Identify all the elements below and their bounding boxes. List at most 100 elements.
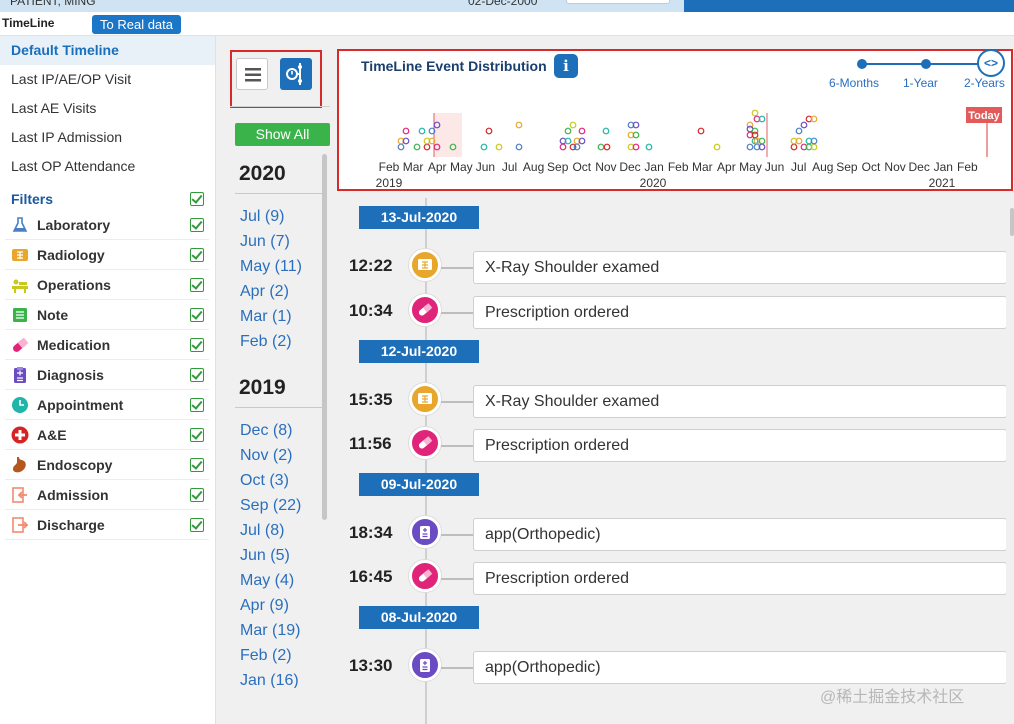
filter-label: Radiology [37, 247, 105, 263]
axis-month-label: Jun [476, 160, 495, 174]
red-cross-icon [11, 426, 29, 444]
nav-item-last-ae-visits[interactable]: Last AE Visits [0, 94, 215, 123]
event-card[interactable]: Prescription ordered [473, 429, 1006, 462]
filter-checkbox[interactable] [190, 308, 204, 322]
month-link[interactable]: Jun (5) [235, 543, 323, 568]
date-tag: 08-Jul-2020 [359, 606, 479, 629]
filter-label: Operations [37, 277, 111, 293]
filter-checkbox[interactable] [190, 458, 204, 472]
axis-month-label: Feb [668, 160, 689, 174]
filter-checkbox[interactable] [190, 278, 204, 292]
patient-header-strip: PATIENT, MING 02-Dec-2000 [0, 0, 1014, 12]
xray-icon [409, 249, 441, 281]
list-icon [245, 68, 261, 82]
filter-row-appointment[interactable]: Appointment [5, 390, 209, 420]
month-link[interactable]: Nov (2) [235, 443, 323, 468]
timeline-view-button[interactable] [280, 58, 312, 90]
filters-header: Filters [0, 188, 215, 210]
year-month-list: 2020 Jul (9) Jun (7) May (11) Apr (2) Mar (1)… [235, 154, 323, 688]
filters-all-checkbox[interactable] [190, 192, 204, 206]
event-dot [485, 127, 493, 135]
month-link[interactable]: May (4) [235, 568, 323, 593]
filter-checkbox[interactable] [190, 218, 204, 232]
month-link[interactable]: Jul (8) [235, 518, 323, 543]
filter-row-diagnosis[interactable]: Diagnosis [5, 360, 209, 390]
filter-row-laboratory[interactable]: Laboratory [5, 210, 209, 240]
timeline-scrollbar[interactable] [1010, 208, 1014, 236]
month-link[interactable]: Mar (1) [235, 304, 323, 329]
pill-icon-wrap [11, 336, 29, 354]
clipboard-icon [409, 649, 441, 681]
header-toolbar [684, 0, 1014, 12]
axis-month-label: May [450, 160, 473, 174]
nav-item-last-ip-ae-op-visit[interactable]: Last IP/AE/OP Visit [0, 65, 215, 94]
month-link[interactable]: Mar (19) [235, 618, 323, 643]
nav-item-last-op-attendance[interactable]: Last OP Attendance [0, 152, 215, 181]
axis-month-label: Apr [717, 160, 736, 174]
month-link[interactable]: Jan (16) [235, 668, 323, 688]
filter-row-operations[interactable]: Operations [5, 270, 209, 300]
today-label: Today [968, 110, 1000, 122]
page-title: TimeLine [2, 16, 55, 30]
filter-checkbox[interactable] [190, 428, 204, 442]
filter-checkbox[interactable] [190, 398, 204, 412]
event-card[interactable]: Prescription ordered [473, 562, 1006, 595]
event-dot [515, 143, 523, 151]
sidebar: Default Timeline Last IP/AE/OP Visit Last … [0, 36, 216, 724]
month-link[interactable]: Oct (3) [235, 468, 323, 493]
event-time: 11:56 [349, 434, 392, 453]
filter-checkbox[interactable] [190, 518, 204, 532]
list-view-button[interactable] [236, 58, 268, 90]
patient-date: 02-Dec-2000 [468, 0, 538, 8]
month-list-scrollbar[interactable] [322, 154, 327, 520]
month-link[interactable]: Apr (2) [235, 279, 323, 304]
show-all-button[interactable]: Show All [235, 123, 330, 146]
filter-row-admission[interactable]: Admission [5, 480, 209, 510]
month-link[interactable]: Jun (7) [235, 229, 323, 254]
axis-month-label: May [739, 160, 762, 174]
filter-row-a-e[interactable]: A&E [5, 420, 209, 450]
clock-icon [12, 397, 28, 413]
clock-icon-wrap [11, 396, 29, 414]
filter-row-discharge[interactable]: Discharge [5, 510, 209, 540]
pill-icon [409, 560, 441, 592]
year-heading[interactable]: 2020 [235, 154, 323, 194]
axis-month-label: Feb [957, 160, 978, 174]
axis-month-label: Aug [523, 160, 544, 174]
month-link[interactable]: Apr (9) [235, 593, 323, 618]
filter-row-medication[interactable]: Medication [5, 330, 209, 360]
filter-checkbox[interactable] [190, 338, 204, 352]
filter-row-endoscopy[interactable]: Endoscopy [5, 450, 209, 480]
axis-month-label: Nov [884, 160, 905, 174]
filter-row-note[interactable]: Note [5, 300, 209, 330]
filter-checkbox[interactable] [190, 488, 204, 502]
month-link[interactable]: Dec (8) [235, 418, 323, 443]
year-heading[interactable]: 2019 [235, 368, 323, 408]
nav-item-default-timeline[interactable]: Default Timeline [0, 36, 215, 65]
filter-checkbox[interactable] [190, 248, 204, 262]
header-input[interactable] [566, 0, 670, 4]
event-card[interactable]: X-Ray Shoulder examed [473, 251, 1006, 284]
event-time: 10:34 [349, 301, 393, 320]
filter-row-radiology[interactable]: Radiology [5, 240, 209, 270]
nav-item-last-ip-admission[interactable]: Last IP Admission [0, 123, 215, 152]
month-link[interactable]: Jul (9) [235, 204, 323, 229]
filter-checkbox[interactable] [190, 368, 204, 382]
month-link[interactable]: Feb (2) [235, 329, 323, 354]
event-connector [441, 667, 473, 669]
month-link[interactable]: May (11) [235, 254, 323, 279]
axis-month-label: Aug [812, 160, 833, 174]
event-dot [795, 127, 803, 135]
to-real-data-button[interactable]: To Real data [92, 15, 181, 34]
month-link[interactable]: Feb (2) [235, 643, 323, 668]
filter-label: Laboratory [37, 217, 111, 233]
xray-icon [12, 249, 28, 261]
axis-year-label: 2021 [929, 176, 956, 189]
month-link[interactable]: Sep (22) [235, 493, 323, 518]
event-card[interactable]: X-Ray Shoulder examed [473, 385, 1006, 418]
event-card[interactable]: app(Orthopedic) [473, 518, 1006, 551]
event-card[interactable]: Prescription ordered [473, 296, 1006, 329]
event-time: 13:30 [349, 656, 393, 675]
event-dot [751, 109, 759, 117]
event-card[interactable]: app(Orthopedic) [473, 651, 1006, 684]
